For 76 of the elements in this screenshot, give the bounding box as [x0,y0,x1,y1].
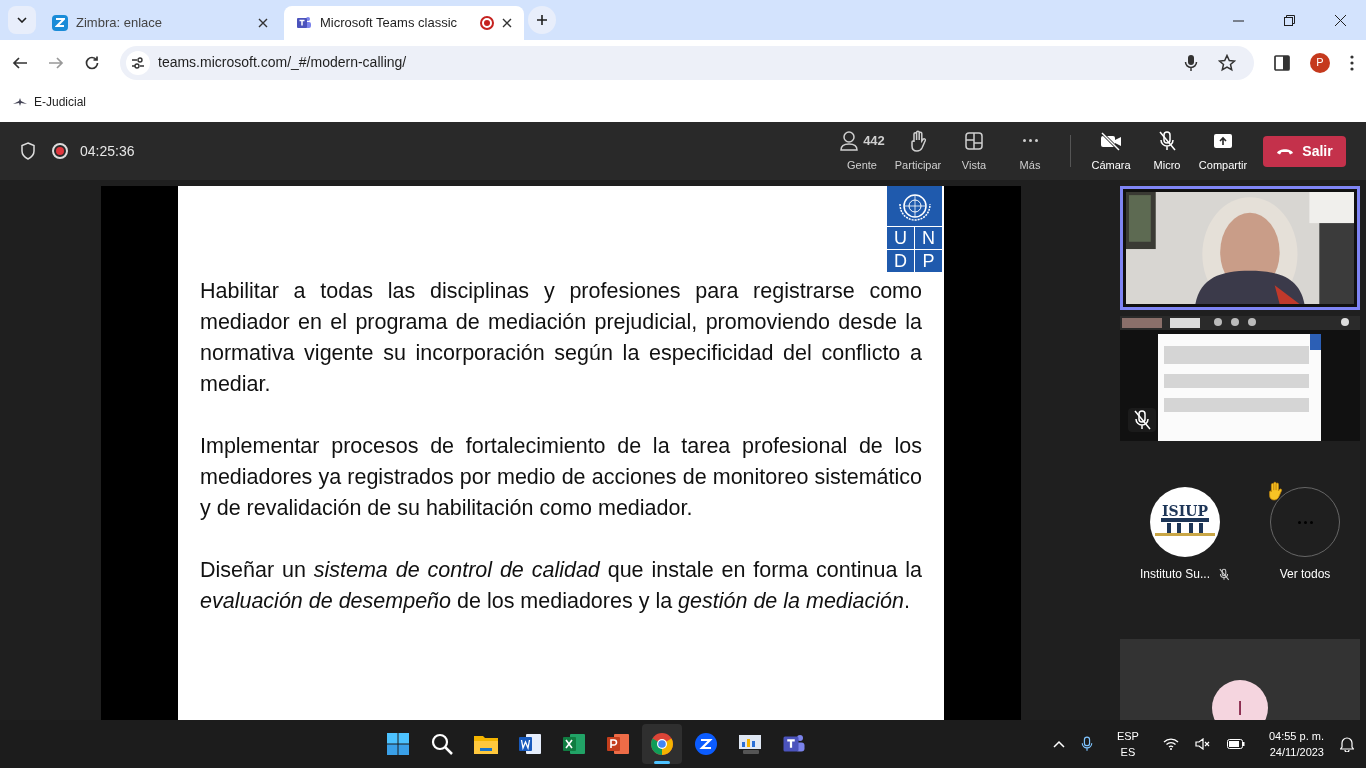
toolbar-button[interactable]: 442 Gente [834,128,890,174]
participant-name: Instituto Su... [1140,566,1211,583]
meeting-timer: 04:25:36 [80,141,135,161]
tab-list-button[interactable] [8,6,36,34]
chevron-down-icon [17,17,27,23]
word-icon [518,732,543,756]
teams-icon [296,15,312,31]
battery-icon[interactable] [1226,739,1245,749]
new-tab-button[interactable] [528,6,556,34]
site-settings-icon[interactable] [131,56,145,69]
leave-button[interactable]: Salir [1263,135,1346,167]
speaker-muted-icon[interactable] [1194,738,1211,750]
star-icon[interactable] [1218,53,1236,72]
logo-text: ISIUP [1162,504,1208,518]
layout-icon [964,130,984,151]
slide-paragraph: Habilitar a todas las disciplinas y profesiones para registrarse como mediador en el programa de mediación prejudicial, promoviendo desde la normativa vigente su incorporación según la especificidad del conflicto a mediar. [200,278,922,398]
presentation-icon [738,733,763,755]
zoom-icon [694,732,719,756]
search-icon [430,732,455,756]
tab-title: Zimbra: enlace [76,14,163,33]
view-all-label: Ver todos [1279,566,1331,583]
folder-icon [473,733,500,755]
shield-icon [20,142,36,160]
zimbra-icon [52,15,68,31]
close-icon[interactable] [258,18,268,28]
bookmark[interactable]: E-Judicial [12,93,87,111]
toolbar-button[interactable]: Vista [946,128,1002,174]
browser-tab[interactable]: Zimbra: enlace [40,6,280,40]
powerpoint-icon [606,732,631,756]
forward-icon[interactable] [48,54,64,71]
camera-off-icon [1099,130,1123,151]
bird-icon [12,97,28,107]
excel-icon [562,732,587,756]
microphone-icon[interactable] [1184,53,1198,72]
clock[interactable]: 04:55 p. m. 24/11/2023 [1268,728,1324,760]
toolbar-button[interactable]: Participar [890,128,946,174]
close-icon[interactable] [502,18,512,28]
clock-time: 04:55 p. m. [1268,729,1324,744]
logo-letter: P [915,250,942,272]
toolbar-button[interactable]: Micro [1139,128,1195,174]
keyboard-layout: ES [1120,745,1136,760]
profile-avatar[interactable]: P [1310,52,1330,73]
browser-tab[interactable]: Microsoft Teams classic [284,6,524,40]
language-indicator[interactable]: ESP [1116,728,1139,744]
slide-paragraph: Implementar procesos de fortalecimiento de la tarea profesional de los mediadores ya registrados por medio de acciones de monitoreo sistemático y de revalidación de su habilitación como mediador. [200,433,922,522]
menu-icon[interactable] [1350,54,1354,71]
mic-off-icon [1218,567,1231,581]
taskbar-app[interactable] [642,724,683,764]
logo-letter: D [887,250,914,272]
mic-off-icon [1157,129,1177,152]
chevron-up-icon[interactable] [1052,740,1065,748]
toolbar-button[interactable]: Cámara [1083,128,1139,174]
address-bar[interactable]: teams.microsoft.com/_#/modern-calling/ [120,45,1254,80]
slide-paragraph: Diseñar un sistema de control de calidad que instale en forma continua la evaluación de desempeño de los mediadores y la gestión de la mediación. [200,557,922,615]
url-text: teams.microsoft.com/_#/modern-calling/ [158,53,408,72]
plus-icon [536,14,548,26]
person-icon [839,129,860,152]
wifi-icon[interactable] [1162,738,1179,750]
notification-bell-icon[interactable] [1340,736,1354,752]
chrome-icon [650,732,675,756]
reload-icon[interactable] [84,54,100,71]
windows-icon [386,732,411,756]
more-icon [1022,139,1038,143]
logo-letter: N [915,227,942,249]
phone-hangup-icon [1276,147,1295,155]
tab-title: Microsoft Teams classic [320,14,458,33]
microphone-icon[interactable] [1080,735,1093,753]
toolbar-button[interactable]: Más [1002,128,1058,174]
side-panel-icon[interactable] [1274,54,1290,71]
close-icon[interactable] [1335,14,1346,26]
back-icon[interactable] [12,54,28,71]
logo-letter: U [887,227,914,249]
restore-icon[interactable] [1284,14,1295,26]
hand-icon [908,129,928,152]
toolbar-button[interactable]: Compartir [1195,128,1251,174]
clock-date: 24/11/2023 [1269,745,1324,760]
